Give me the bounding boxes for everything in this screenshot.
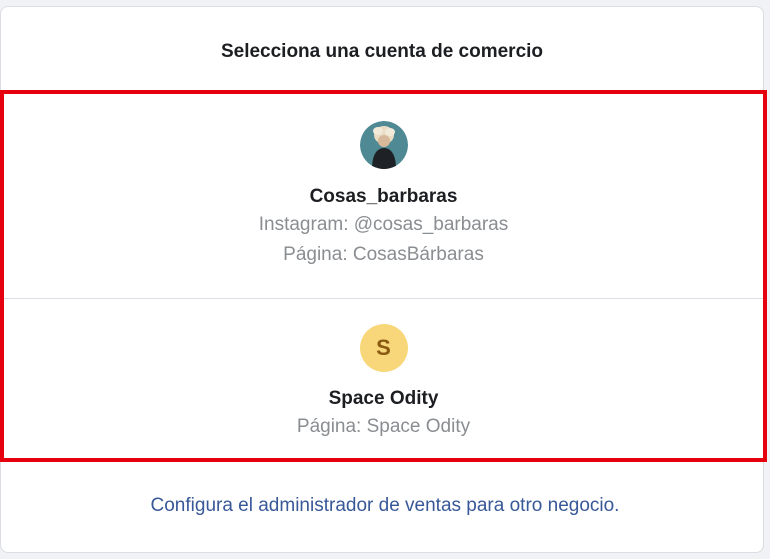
configure-other-business-link[interactable]: Configura el administrador de ventas par…: [0, 495, 770, 517]
account-name: Space Odity: [328, 388, 439, 409]
account-page: Página: Space Odity: [296, 416, 471, 437]
account-option-space-odity[interactable]: S Space Odity Página: Space Odity: [4, 298, 763, 459]
dialog-title: Selecciona una cuenta de comercio: [220, 41, 544, 62]
avatar: [359, 121, 408, 169]
account-instagram: Instagram: @cosas_barbaras: [258, 214, 509, 235]
account-option-cosas-barbaras[interactable]: Cosas_barbaras Instagram: @cosas_barbara…: [4, 94, 763, 298]
profile-photo-icon: [359, 121, 408, 169]
avatar-letter: S: [376, 335, 391, 360]
account-page: Página: CosasBárbaras: [283, 244, 484, 265]
account-name: Cosas_barbaras: [309, 186, 458, 207]
avatar: S: [359, 324, 408, 372]
